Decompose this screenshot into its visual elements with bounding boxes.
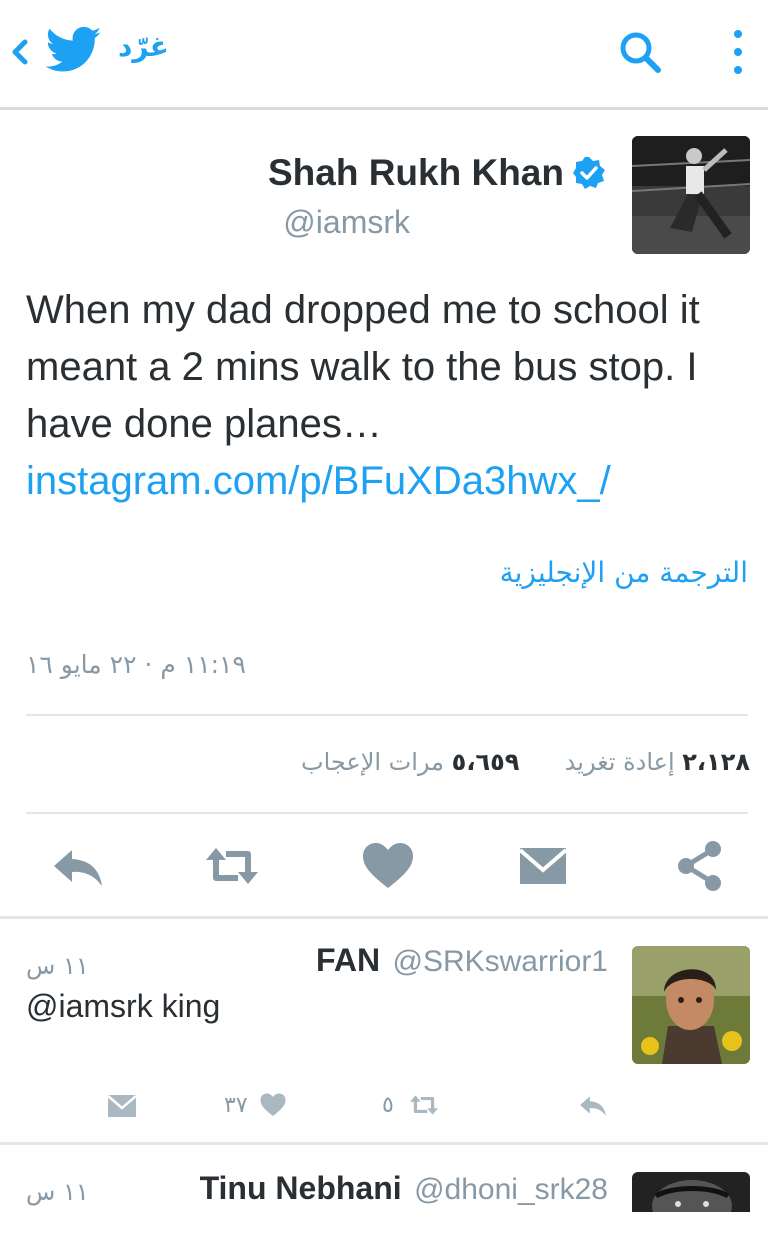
tweet-text: When my dad dropped me to school it mean… <box>26 282 750 510</box>
reply-dm-action[interactable] <box>106 1090 138 1120</box>
likes-label[interactable]: مرات الإعجاب <box>301 748 444 776</box>
verified-badge-icon <box>573 157 605 189</box>
more-vertical-icon[interactable] <box>724 24 752 80</box>
tweet-link[interactable]: instagram.com/p/BFuXDa3hwx_/ <box>26 459 611 503</box>
section-divider <box>0 1142 768 1145</box>
reply-like-count: ٣٧ <box>224 1092 248 1118</box>
reply-time: ١١ س <box>26 952 89 980</box>
reply-author-name[interactable]: FAN <box>316 942 380 978</box>
tweet-timestamp: ١١:١٩ م · ٢٢ مايو ١٦ <box>26 650 246 679</box>
reply-header: Tinu Nebhani @dhoni_srk28 <box>200 1170 608 1207</box>
tweet-stats: ٢،١٢٨ إعادة تغريد ٥،٦٥٩ مرات الإعجاب <box>301 748 750 776</box>
reply-like-action[interactable]: ٣٧ <box>224 1090 288 1120</box>
retweets-label[interactable]: إعادة تغريد <box>565 748 675 776</box>
retweets-count[interactable]: ٢،١٢٨ <box>682 748 750 776</box>
author-name[interactable]: Shah Rukh Khan <box>268 152 564 194</box>
reply-icon[interactable] <box>50 838 106 894</box>
reply-header: FAN @SRKswarrior1 <box>316 942 608 979</box>
author-avatar[interactable] <box>632 136 750 254</box>
direct-message-icon[interactable] <box>516 838 572 894</box>
author-handle[interactable]: @iamsrk <box>283 204 410 241</box>
reply-retweet-count: ٥ <box>382 1092 394 1118</box>
reply-retweet-action[interactable]: ٥ <box>382 1090 444 1120</box>
tweet-action-bar <box>0 820 768 916</box>
back-chevron-icon[interactable] <box>8 34 34 70</box>
reply-avatar[interactable] <box>632 946 750 1064</box>
retweet-icon[interactable] <box>204 838 260 894</box>
twitter-bird-icon[interactable] <box>46 26 102 74</box>
share-icon[interactable] <box>672 838 728 894</box>
like-icon[interactable] <box>258 1091 288 1119</box>
reply-author-handle[interactable]: @SRKswarrior1 <box>393 945 609 978</box>
retweet-icon[interactable] <box>404 1090 444 1120</box>
reply-author-handle[interactable]: @dhoni_srk28 <box>414 1173 608 1206</box>
search-icon[interactable] <box>616 28 666 78</box>
direct-message-icon[interactable] <box>106 1090 138 1120</box>
reply-time: ١١ س <box>26 1178 89 1206</box>
top-app-bar: غرّد <box>0 0 768 110</box>
reply-author-name[interactable]: Tinu Nebhani <box>200 1170 402 1206</box>
like-icon[interactable] <box>360 838 416 894</box>
tweet-body: When my dad dropped me to school it mean… <box>26 288 700 446</box>
reply-icon[interactable] <box>576 1090 610 1120</box>
compose-tweet-button[interactable]: غرّد <box>118 30 169 63</box>
divider <box>26 812 748 814</box>
reply-avatar[interactable] <box>632 1172 750 1212</box>
translate-link[interactable]: الترجمة من الإنجليزية <box>500 556 748 589</box>
reply-reply-action[interactable] <box>576 1090 610 1120</box>
reply-text: @iamsrk king <box>26 988 221 1024</box>
divider <box>26 714 748 716</box>
section-divider <box>0 916 768 919</box>
bottom-edge <box>0 1212 768 1244</box>
likes-count[interactable]: ٥،٦٥٩ <box>452 748 520 776</box>
